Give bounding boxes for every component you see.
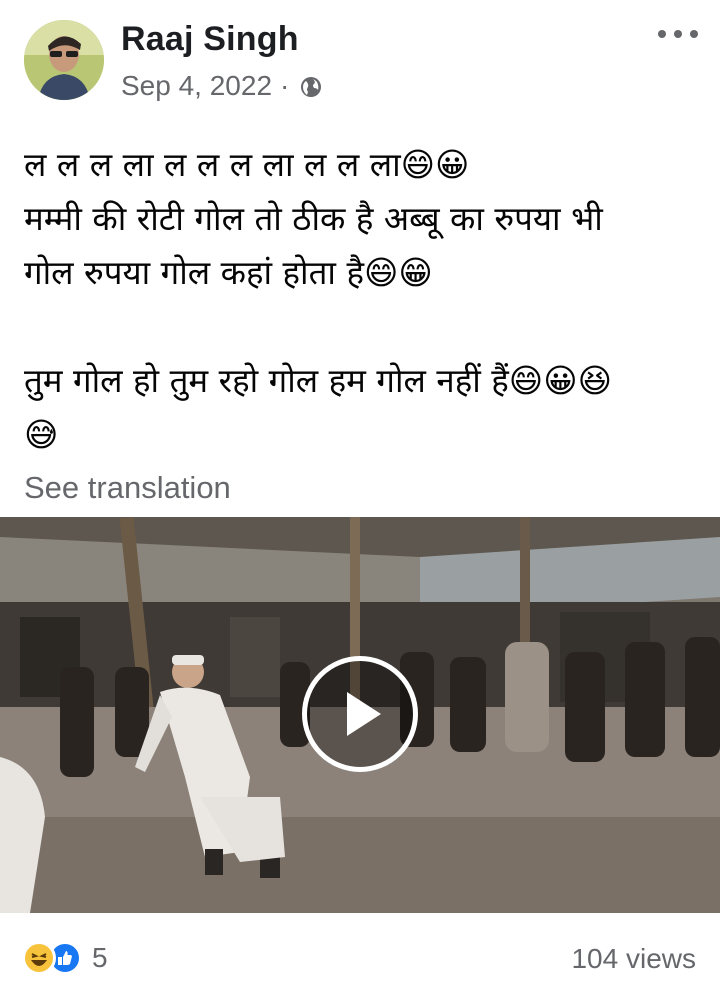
post-text-line: गोल रुपया गोल कहां होता है😄😁 [24, 253, 433, 292]
post-header: Raaj Singh Sep 4, 2022 · [0, 0, 720, 120]
meta-separator: · [280, 70, 290, 101]
globe-icon [299, 74, 323, 98]
post-text: ल ल ल ला ल ल ल ला ल ल ला😄😀 मम्मी की रोटी… [24, 138, 704, 462]
haha-icon [22, 941, 56, 975]
reaction-count: 5 [92, 942, 108, 973]
more-dot [690, 30, 698, 38]
post-text-line: ल ल ल ला ल ल ल ला ल ल ला😄😀 [24, 145, 470, 184]
avatar-photo [24, 20, 104, 100]
more-horizontal-icon [658, 30, 666, 38]
reactions-summary[interactable]: 5 [22, 941, 108, 975]
more-dot [674, 30, 682, 38]
post-text-blank-line [24, 300, 704, 354]
play-icon [347, 692, 381, 736]
post-footer: 5 104 views [0, 913, 720, 993]
see-translation-link[interactable]: See translation [24, 470, 231, 506]
post-text-line: मम्मी की रोटी गोल तो ठीक है अब्बू का रुप… [24, 199, 603, 238]
views-count: 104 views [571, 943, 696, 974]
post-date[interactable]: Sep 4, 2022 [121, 70, 272, 102]
author-name[interactable]: Raaj Singh [121, 20, 299, 59]
play-button[interactable] [302, 656, 418, 772]
post-text-line: 😅 [24, 415, 59, 454]
avatar[interactable] [24, 20, 104, 100]
post-text-line: तुम गोल हो तुम रहो गोल हम गोल नहीं हैं😄😀… [24, 361, 613, 400]
more-options-button[interactable] [658, 22, 698, 46]
post-meta: Sep 4, 2022 · [121, 70, 323, 102]
